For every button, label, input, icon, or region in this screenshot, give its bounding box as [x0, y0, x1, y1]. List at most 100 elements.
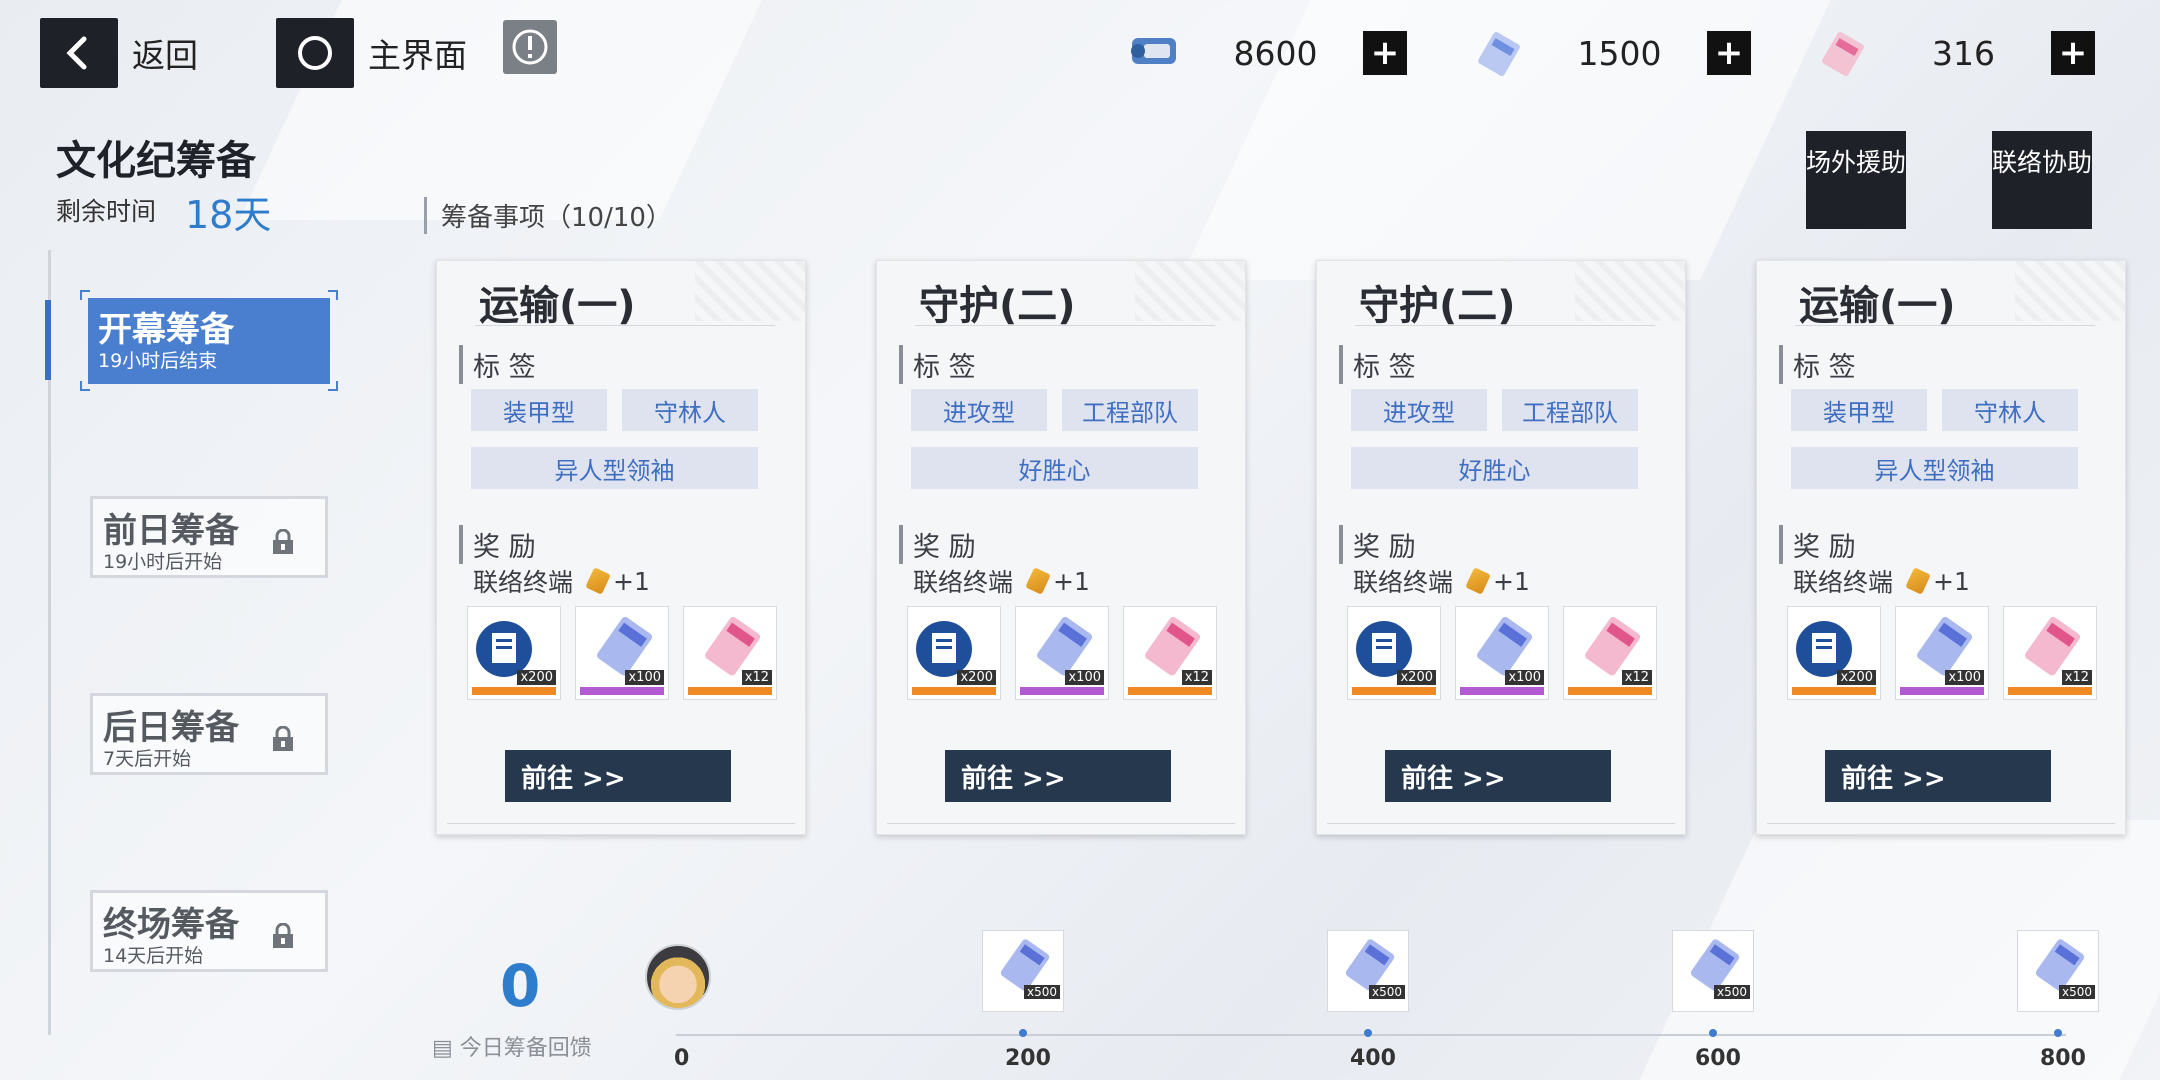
reward-item[interactable]: x12: [2003, 606, 2097, 700]
task-card: 运输(一) 标 签 装甲型 守林人 异人型领袖 奖 励 联络终端 +1 x200…: [1756, 260, 2126, 835]
liaison-assist-button[interactable]: 联络协助: [1992, 131, 2092, 229]
reward-item[interactable]: x100: [1455, 606, 1549, 700]
milestone-count: x500: [1713, 985, 1750, 999]
tag-chip: 守林人: [622, 389, 758, 431]
card-decoration: [695, 261, 805, 321]
section-title: 筹备事项（10/10）: [424, 197, 672, 234]
rarity-bar: [912, 687, 996, 695]
go-button[interactable]: 前往 >>: [1385, 750, 1611, 802]
event-title: 文化纪筹备: [56, 138, 256, 184]
item-count: x200: [957, 670, 996, 685]
reward-bonus: +1: [613, 566, 650, 596]
card-title: 守护(二): [919, 283, 1076, 329]
tag-chip: 装甲型: [1791, 389, 1927, 431]
milestone-reward[interactable]: x500: [1327, 930, 1409, 1012]
rarity-bar: [688, 687, 772, 695]
rarity-bar: [1352, 687, 1436, 695]
item-count: x12: [2061, 670, 2092, 685]
card-divider: [447, 823, 795, 824]
blue-ticket-icon: [1000, 939, 1050, 991]
lock-icon: [273, 529, 293, 554]
tick-dot: [1364, 1029, 1372, 1037]
card-title: 运输(一): [479, 283, 636, 329]
stage-final[interactable]: 终场筹备 14天后开始: [90, 890, 328, 972]
feedback-label: ▤ 今日筹备回馈: [432, 1036, 592, 1061]
reward-bonus: +1: [1053, 566, 1090, 596]
avatar: [645, 944, 711, 1010]
reward-items: x200 x100 x12: [1787, 606, 2097, 700]
clipboard-icon: ▤: [432, 1036, 453, 1061]
reward-item[interactable]: x12: [1123, 606, 1217, 700]
item-count: x100: [1065, 670, 1104, 685]
add-resource-button[interactable]: +: [2051, 31, 2095, 75]
item-count: x12: [741, 670, 772, 685]
milestone-reward[interactable]: x500: [982, 930, 1064, 1012]
item-count: x200: [1837, 670, 1876, 685]
top-bar: 返回 主界面 8600 + 1500 + 316 +: [0, 0, 2160, 110]
tick-label: 400: [1350, 1046, 1396, 1071]
item-count: x12: [1621, 670, 1652, 685]
reward-line: 联络终端 +1: [1353, 563, 1530, 599]
item-count: x200: [517, 670, 556, 685]
remaining-time-label: 剩余时间: [56, 197, 157, 226]
tag-chip: 守林人: [1942, 389, 2078, 431]
home-label: 主界面: [368, 36, 467, 75]
tags-heading: 标 签: [1339, 345, 1416, 384]
reward-item[interactable]: x100: [575, 606, 669, 700]
reward-name: 联络终端: [473, 568, 574, 597]
reward-line: 联络终端 +1: [473, 563, 650, 599]
add-resource-button[interactable]: +: [1363, 31, 1407, 75]
outside-aid-button[interactable]: 场外援助: [1806, 131, 1906, 229]
milestone-reward[interactable]: x500: [1672, 930, 1754, 1012]
card-decoration: [1135, 261, 1245, 321]
reward-item[interactable]: x200: [1347, 606, 1441, 700]
card-divider: [1327, 823, 1675, 824]
info-button[interactable]: [503, 20, 557, 74]
reward-bonus: +1: [1933, 566, 1970, 596]
resource-value: 8600: [1233, 33, 1318, 73]
back-button[interactable]: 返回: [40, 18, 198, 88]
go-button[interactable]: 前往 >>: [1825, 750, 2051, 802]
task-card: 运输(一) 标 签 装甲型 守林人 异人型领袖 奖 励 联络终端 +1 x200…: [436, 260, 806, 835]
card-divider: [887, 823, 1235, 824]
stage-after-day[interactable]: 后日筹备 7天后开始: [90, 693, 328, 775]
go-button[interactable]: 前往 >>: [505, 750, 731, 802]
stage-subtitle: 7天后开始: [103, 748, 192, 770]
reward-item[interactable]: x200: [907, 606, 1001, 700]
reward-item[interactable]: x100: [1895, 606, 1989, 700]
pink-ticket-icon: [1814, 28, 1876, 78]
tick-label: 0: [674, 1046, 690, 1071]
stage-title: 后日筹备: [103, 708, 239, 748]
card-decoration: [1575, 261, 1685, 321]
ticket-icon: [1905, 567, 1931, 595]
milestone-reward[interactable]: x500: [2017, 930, 2099, 1012]
reward-item[interactable]: x12: [1563, 606, 1657, 700]
exclamation-icon: [512, 29, 548, 65]
reward-item[interactable]: x100: [1015, 606, 1109, 700]
item-count: x100: [625, 670, 664, 685]
add-resource-button[interactable]: +: [1707, 31, 1751, 75]
tick-label: 800: [2040, 1046, 2086, 1071]
blue-ticket-icon: [1345, 939, 1395, 991]
task-card: 守护(二) 标 签 进攻型 工程部队 好胜心 奖 励 联络终端 +1 x200 …: [1316, 260, 1686, 835]
go-button[interactable]: 前往 >>: [945, 750, 1171, 802]
tag-chip: 好胜心: [1351, 447, 1638, 489]
resource-value: 316: [1932, 33, 1995, 73]
tick-dot: [2054, 1029, 2062, 1037]
card-decoration: [2015, 261, 2125, 321]
resource-supply-device: 8600 +: [1126, 28, 1407, 78]
resource-value: 1500: [1577, 33, 1662, 73]
tag-chip: 工程部队: [1062, 389, 1198, 431]
stage-opening[interactable]: 开幕筹备 19小时后结束: [88, 298, 330, 384]
card-title: 运输(一): [1799, 283, 1956, 329]
task-card: 守护(二) 标 签 进攻型 工程部队 好胜心 奖 励 联络终端 +1 x200 …: [876, 260, 1246, 835]
rarity-bar: [1460, 687, 1544, 695]
rewards-heading: 奖 励: [899, 525, 976, 564]
reward-item[interactable]: x200: [1787, 606, 1881, 700]
home-button[interactable]: 主界面: [276, 18, 467, 88]
reward-item[interactable]: x200: [467, 606, 561, 700]
stage-previous-day[interactable]: 前日筹备 19小时后开始: [90, 496, 328, 578]
rarity-bar: [1900, 687, 1984, 695]
tick-dot: [1709, 1029, 1717, 1037]
reward-item[interactable]: x12: [683, 606, 777, 700]
